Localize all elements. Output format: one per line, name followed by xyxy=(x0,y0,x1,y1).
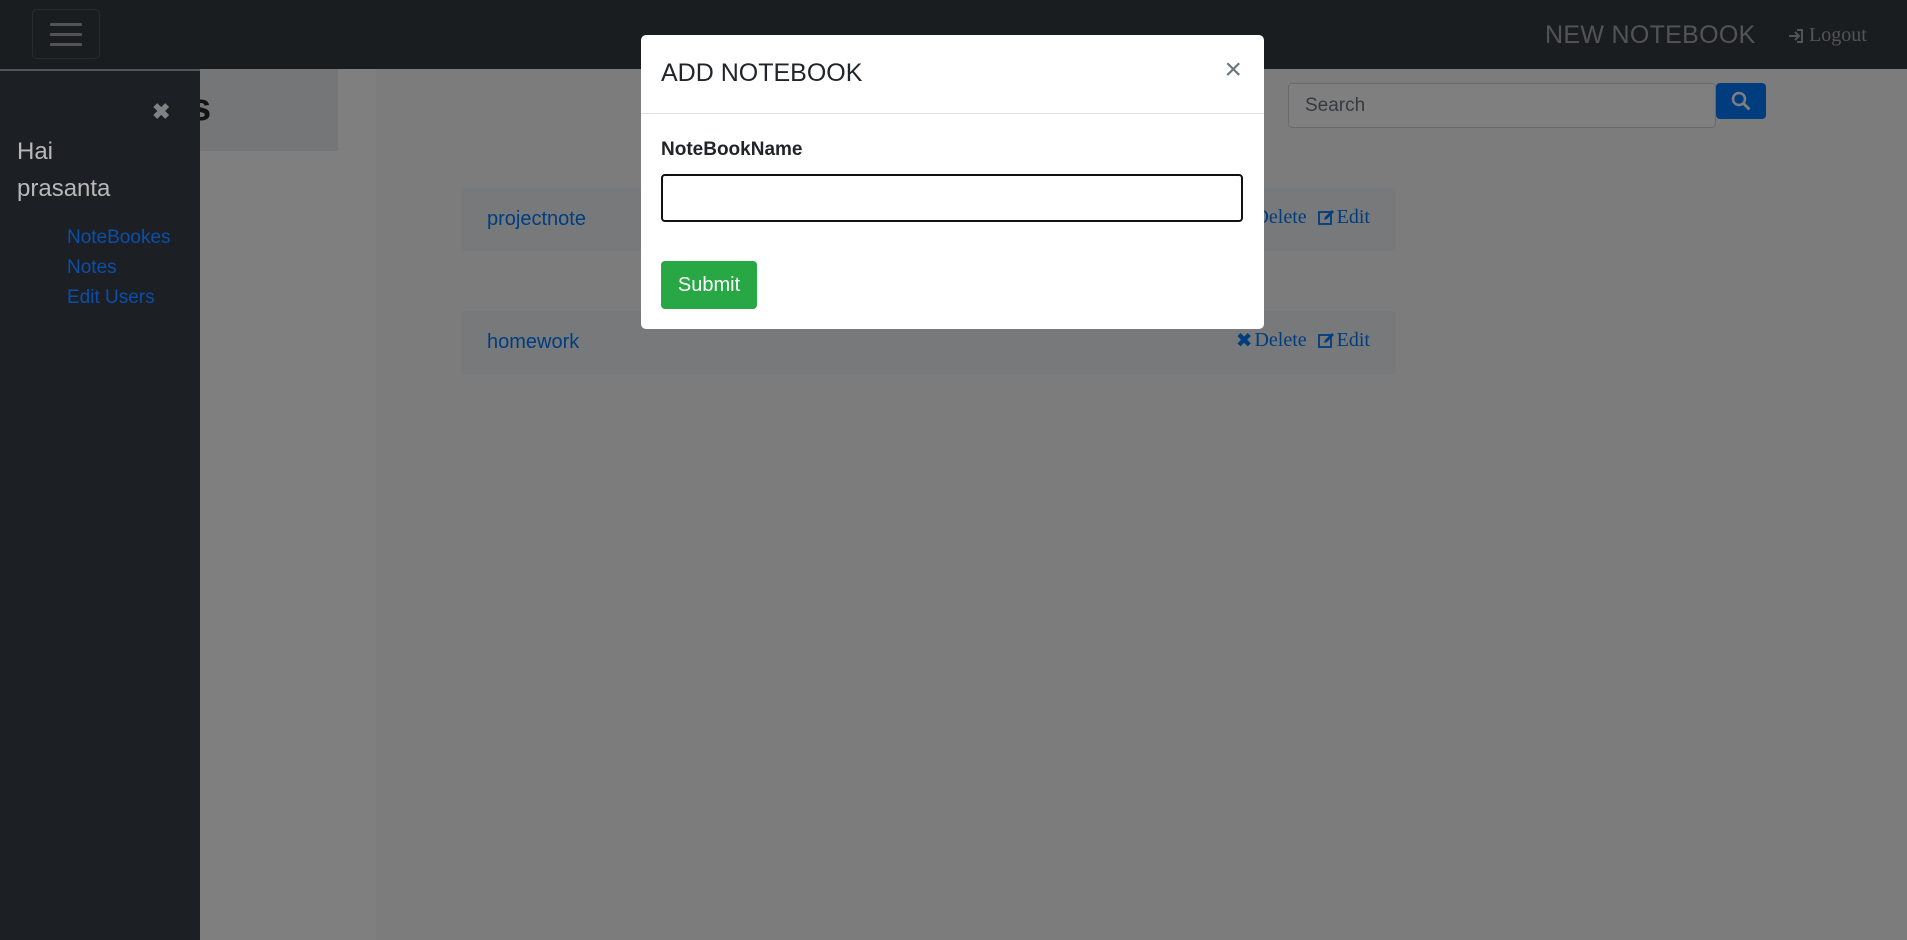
notebook-name-label: NoteBookName xyxy=(661,139,803,160)
sidebar-item-edit-users[interactable]: Edit Users xyxy=(67,283,171,313)
sidebar-close-icon[interactable]: ✖ xyxy=(152,99,170,125)
modal-header: ADD NOTEBOOK × xyxy=(641,35,1264,114)
sidebar-item-notebooks[interactable]: NoteBookes xyxy=(67,223,171,253)
sidebar-item-notes[interactable]: Notes xyxy=(67,253,171,283)
username-text: prasanta xyxy=(17,175,111,202)
sidebar: ✖ Hai prasanta NoteBookes Notes Edit Use… xyxy=(0,69,200,940)
sidebar-greeting: Hai prasanta xyxy=(17,133,110,207)
add-notebook-modal: ADD NOTEBOOK × NoteBookName Submit xyxy=(641,35,1264,329)
greeting-text: Hai xyxy=(17,138,54,165)
notebook-name-field[interactable] xyxy=(661,174,1243,222)
modal-title: ADD NOTEBOOK xyxy=(661,59,863,87)
close-icon[interactable]: × xyxy=(1224,55,1242,85)
submit-button[interactable]: Submit xyxy=(661,261,757,309)
